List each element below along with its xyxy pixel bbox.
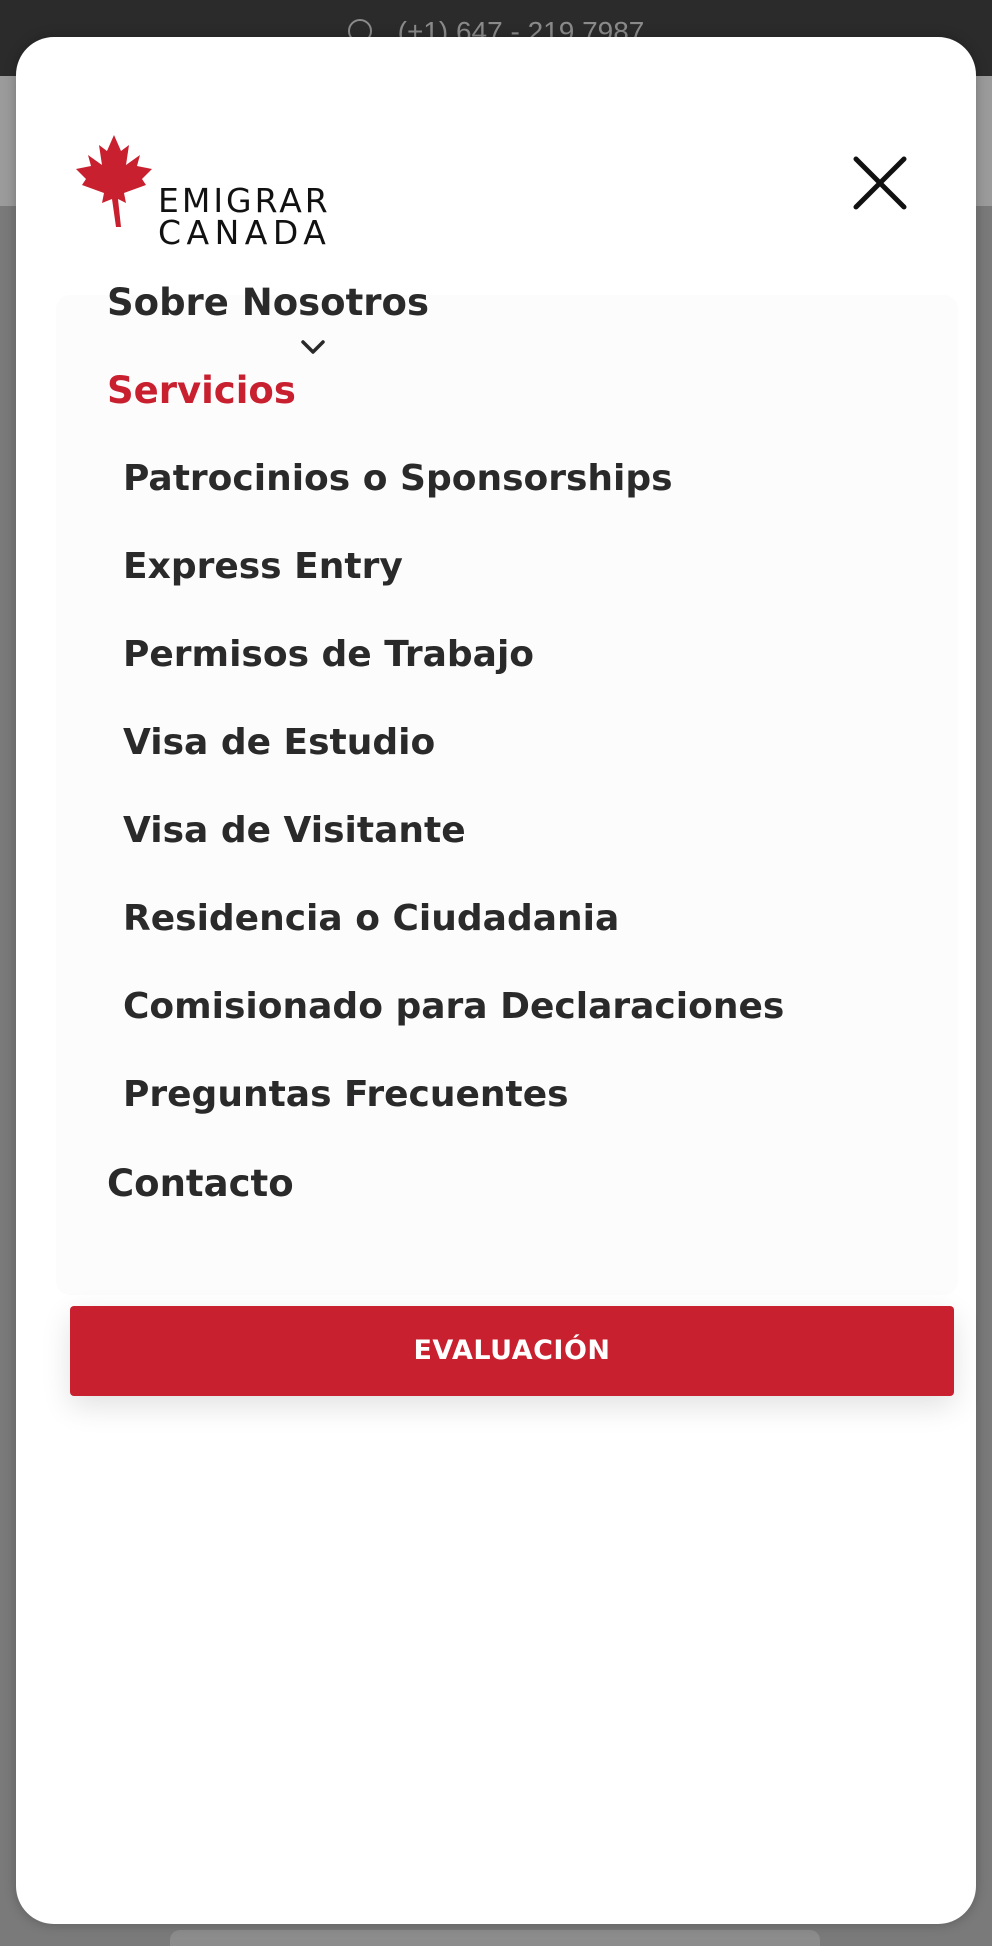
menu-item-contacto[interactable]: Contacto bbox=[107, 1162, 294, 1205]
menu-panel bbox=[56, 295, 958, 1295]
submenu-item-comisionado[interactable]: Comisionado para Declaraciones bbox=[123, 986, 784, 1027]
submenu-item-visa-visitante[interactable]: Visa de Visitante bbox=[123, 810, 466, 851]
submenu-item-preguntas[interactable]: Preguntas Frecuentes bbox=[123, 1074, 569, 1115]
maple-leaf-icon bbox=[76, 135, 152, 227]
submenu-item-patrocinios[interactable]: Patrocinios o Sponsorships bbox=[123, 458, 673, 499]
menu-item-sobre-nosotros[interactable]: Sobre Nosotros bbox=[107, 281, 429, 324]
logo[interactable]: EMIGRAR CANADA bbox=[74, 133, 364, 252]
background-content bbox=[170, 1930, 820, 1946]
submenu-item-permisos-trabajo[interactable]: Permisos de Trabajo bbox=[123, 634, 534, 675]
mobile-menu-modal: EMIGRAR CANADA Sobre Nosotros Servicios … bbox=[16, 37, 976, 1924]
close-icon bbox=[853, 156, 907, 210]
menu-item-servicios[interactable]: Servicios bbox=[107, 369, 296, 412]
submenu-item-express-entry[interactable]: Express Entry bbox=[123, 546, 403, 587]
evaluacion-button[interactable]: EVALUACIÓN bbox=[70, 1306, 954, 1396]
submenu-item-residencia[interactable]: Residencia o Ciudadania bbox=[123, 898, 619, 939]
close-button[interactable] bbox=[842, 145, 918, 221]
submenu-item-visa-estudio[interactable]: Visa de Estudio bbox=[123, 722, 435, 763]
logo-text-bottom: CANADA bbox=[158, 213, 332, 252]
chevron-down-icon[interactable] bbox=[299, 337, 327, 357]
